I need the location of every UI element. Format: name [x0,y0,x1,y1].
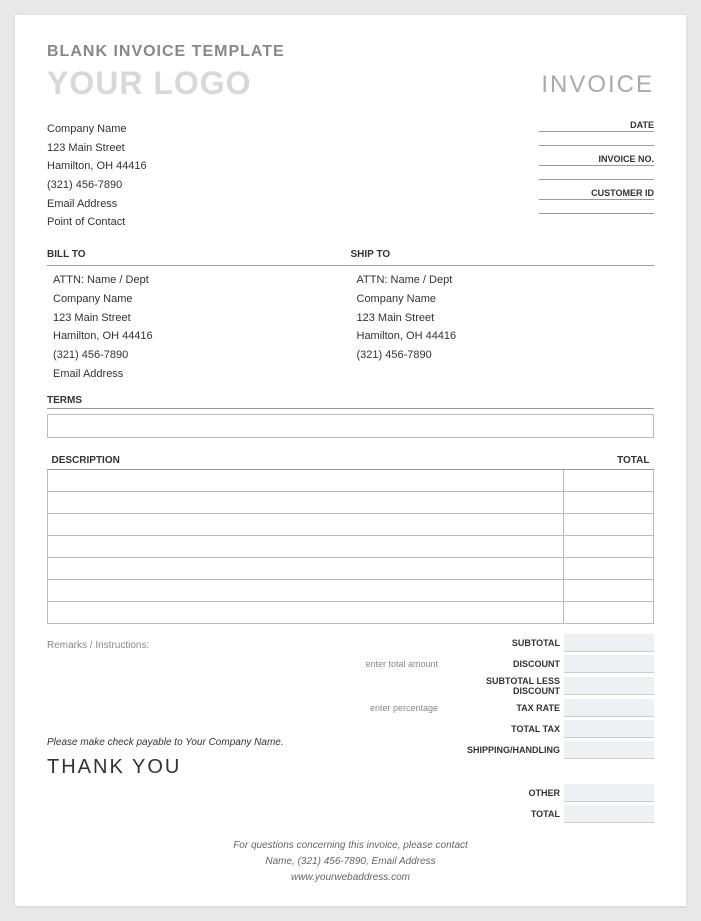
bottom-section: Remarks / Instructions: Please make chec… [47,634,654,826]
total-cell[interactable] [564,580,654,602]
address-row: BILL TO ATTN: Name / Dept Company Name 1… [47,246,654,383]
invoice-no-field[interactable] [539,166,654,180]
bill-to-attn: ATTN: Name / Dept [47,271,351,290]
ship-to-heading: SHIP TO [351,246,655,266]
company-street: 123 Main Street [47,139,147,158]
total-tax-label: TOTAL TAX [444,724,564,734]
total-cell[interactable] [564,602,654,624]
logo-placeholder: YOUR LOGO [47,65,252,102]
subtotal-less-field[interactable] [564,677,654,695]
table-row [48,470,654,492]
ship-to-street: 123 Main Street [351,309,655,328]
company-phone: (321) 456-7890 [47,176,147,195]
total-label: TOTAL [444,809,564,819]
bill-to-phone: (321) 456-7890 [47,346,351,365]
total-tax-field[interactable] [564,720,654,738]
desc-cell[interactable] [48,470,564,492]
ship-to-company: Company Name [351,290,655,309]
invoice-no-label: INVOICE NO. [539,154,654,166]
bill-to-email: Email Address [47,365,351,384]
other-label: OTHER [444,788,564,798]
total-field[interactable] [564,805,654,823]
tax-rate-label: TAX RATE [444,703,564,713]
thank-you: THANK YOU [47,756,351,779]
tax-rate-hint: enter percentage [359,703,444,713]
table-row [48,580,654,602]
total-cell[interactable] [564,514,654,536]
customer-id-field[interactable] [539,200,654,214]
ship-to-phone: (321) 456-7890 [351,346,655,365]
desc-cell[interactable] [48,602,564,624]
description-header: DESCRIPTION [48,452,564,470]
table-row [48,536,654,558]
other-field[interactable] [564,784,654,802]
customer-id-label: CUSTOMER ID [539,188,654,200]
terms-heading: TERMS [47,395,654,409]
desc-cell[interactable] [48,580,564,602]
subtotal-less-label: SUBTOTAL LESS DISCOUNT [444,676,564,696]
date-label: DATE [539,120,654,132]
company-city: Hamilton, OH 44416 [47,157,147,176]
bill-to-city: Hamilton, OH 44416 [47,327,351,346]
bill-to-street: 123 Main Street [47,309,351,328]
tax-rate-field[interactable] [564,699,654,717]
desc-cell[interactable] [48,536,564,558]
desc-cell[interactable] [48,558,564,580]
ship-to-attn: ATTN: Name / Dept [351,271,655,290]
totals-side: .SUBTOTAL enter total amountDISCOUNT .SU… [359,634,654,826]
total-cell[interactable] [564,492,654,514]
terms-field[interactable] [47,414,654,438]
desc-cell[interactable] [48,492,564,514]
template-title: BLANK INVOICE TEMPLATE [47,43,654,61]
shipping-label: SHIPPING/HANDLING [444,745,564,755]
subtotal-label: SUBTOTAL [444,638,564,648]
total-cell[interactable] [564,470,654,492]
date-field[interactable] [539,132,654,146]
total-cell[interactable] [564,536,654,558]
table-row [48,492,654,514]
table-row [48,602,654,624]
discount-hint: enter total amount [359,659,444,669]
invoice-page: BLANK INVOICE TEMPLATE YOUR LOGO INVOICE… [15,15,686,906]
total-header: TOTAL [564,452,654,470]
remarks-side: Remarks / Instructions: Please make chec… [47,634,351,826]
meta-block: DATE INVOICE NO. CUSTOMER ID [539,120,654,232]
company-email: Email Address [47,195,147,214]
line-items-table: DESCRIPTION TOTAL [47,452,654,624]
header-row: YOUR LOGO INVOICE [47,65,654,102]
footer-line1: For questions concerning this invoice, p… [47,838,654,854]
invoice-heading: INVOICE [541,71,654,99]
discount-field[interactable] [564,655,654,673]
footer: For questions concerning this invoice, p… [47,838,654,886]
company-name: Company Name [47,120,147,139]
remarks-label: Remarks / Instructions: [47,640,351,651]
table-row [48,558,654,580]
shipping-field[interactable] [564,741,654,759]
desc-cell[interactable] [48,514,564,536]
subtotal-field[interactable] [564,634,654,652]
company-block: Company Name 123 Main Street Hamilton, O… [47,120,147,232]
bill-to-block: BILL TO ATTN: Name / Dept Company Name 1… [47,246,351,383]
payable-text: Please make check payable to Your Compan… [47,737,351,748]
table-row [48,514,654,536]
ship-to-block: SHIP TO ATTN: Name / Dept Company Name 1… [351,246,655,383]
total-cell[interactable] [564,558,654,580]
company-contact: Point of Contact [47,213,147,232]
info-row: Company Name 123 Main Street Hamilton, O… [47,120,654,232]
bill-to-heading: BILL TO [47,246,351,266]
footer-line3: www.yourwebaddress.com [47,870,654,886]
footer-line2: Name, (321) 456-7890, Email Address [47,854,654,870]
discount-label: DISCOUNT [444,659,564,669]
ship-to-city: Hamilton, OH 44416 [351,327,655,346]
bill-to-company: Company Name [47,290,351,309]
